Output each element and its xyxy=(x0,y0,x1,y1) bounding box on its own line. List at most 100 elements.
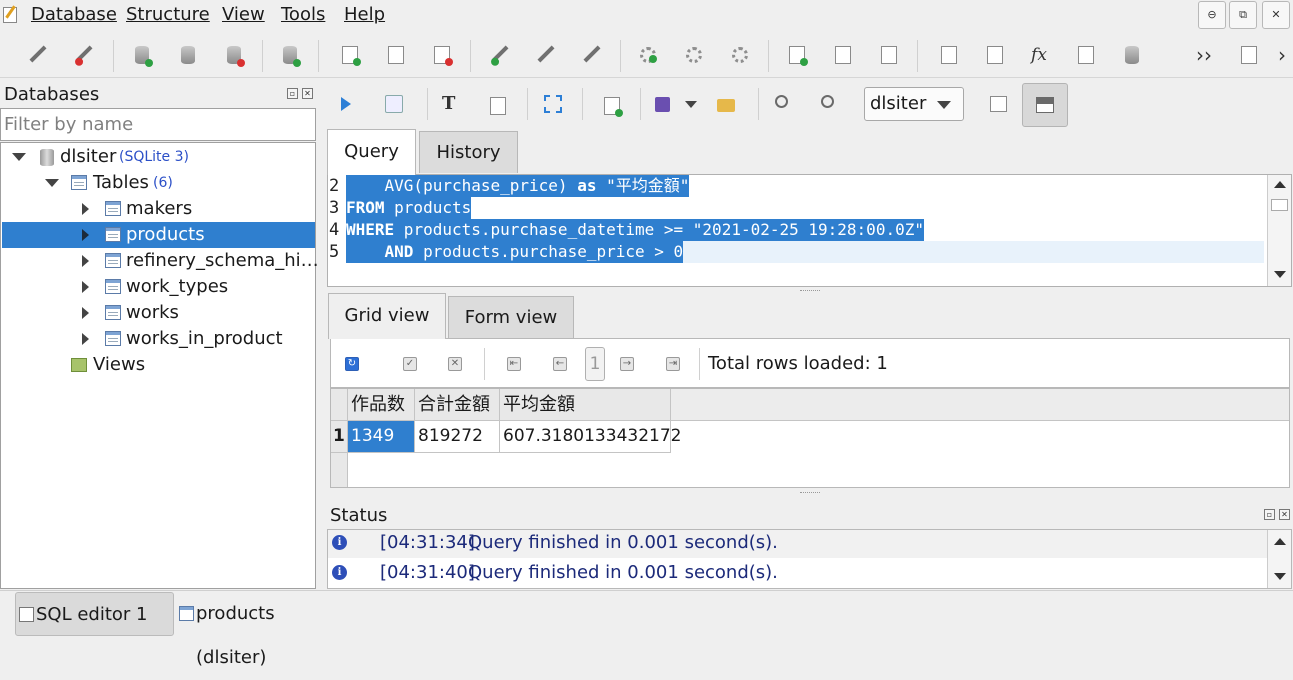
edit-trigger-icon[interactable] xyxy=(686,47,702,63)
expand-arrow-icon[interactable] xyxy=(82,333,89,345)
tree-item-database[interactable]: dlsiter (SQLite 3) xyxy=(2,144,315,170)
tab-history[interactable]: History xyxy=(419,131,518,173)
results-splitter[interactable] xyxy=(800,492,820,495)
database-select[interactable]: dlsiter xyxy=(864,87,964,121)
explain-query-icon[interactable] xyxy=(385,95,403,113)
grid-cell[interactable]: 607.3180133432172 xyxy=(500,421,681,453)
tree-item-views[interactable]: Views xyxy=(2,352,315,378)
menu-structure[interactable]: Structure xyxy=(124,4,212,25)
create-trigger-icon[interactable] xyxy=(640,47,657,63)
functions-icon[interactable]: fx xyxy=(1028,44,1050,66)
grid-cell[interactable]: 1349 xyxy=(348,421,415,453)
minimize-button[interactable]: ⊖ xyxy=(1198,1,1226,29)
edit-database-icon[interactable] xyxy=(181,46,195,64)
refresh-icon[interactable]: ↻ xyxy=(345,357,359,371)
extensions-icon[interactable] xyxy=(1125,46,1139,64)
drop-index-icon[interactable] xyxy=(583,45,601,63)
format-sql-icon[interactable]: T xyxy=(442,95,460,113)
tree-item-table-works[interactable]: works xyxy=(2,300,315,326)
column-header[interactable]: 平均金額 xyxy=(500,389,671,421)
collations-icon[interactable] xyxy=(1078,46,1094,64)
tree-item-table-work-types[interactable]: work_types xyxy=(2,274,315,300)
tree-item-table-refinery[interactable]: refinery_schema_hi… xyxy=(2,248,319,274)
menu-help[interactable]: Help xyxy=(342,4,387,25)
filter-input[interactable] xyxy=(0,108,316,141)
restore-button[interactable]: ⧉ xyxy=(1229,1,1257,29)
window-layout-icon[interactable] xyxy=(1241,46,1257,64)
scroll-down-icon[interactable] xyxy=(1274,271,1286,278)
tree-item-table-products[interactable]: products xyxy=(2,222,315,248)
row-number[interactable]: 1 xyxy=(331,421,348,453)
float-panel-icon[interactable]: ▫ xyxy=(287,88,298,99)
column-header[interactable]: 作品数 xyxy=(348,389,415,421)
expand-arrow-icon[interactable] xyxy=(82,281,89,293)
drop-table-icon[interactable] xyxy=(434,46,453,66)
drop-view-icon[interactable] xyxy=(881,46,897,64)
expand-arrow-icon[interactable] xyxy=(12,153,26,161)
edit-table-icon[interactable] xyxy=(388,46,404,64)
expand-arrow-icon[interactable] xyxy=(82,307,89,319)
toolbar-more-icon-2[interactable]: › xyxy=(1273,44,1291,66)
scroll-up-icon[interactable] xyxy=(1274,181,1286,188)
import-database-icon[interactable] xyxy=(283,46,301,67)
horizontal-layout-button[interactable] xyxy=(976,83,1022,127)
tab-query[interactable]: Query xyxy=(327,129,416,175)
drop-trigger-icon[interactable] xyxy=(732,47,748,63)
disconnect-icon[interactable] xyxy=(75,45,93,63)
execute-query-icon[interactable] xyxy=(341,97,351,111)
editor-scrollbar[interactable] xyxy=(1267,175,1291,286)
add-database-icon[interactable] xyxy=(135,46,153,67)
sql-editor-icon[interactable] xyxy=(941,46,957,64)
tree-item-table-makers[interactable]: makers xyxy=(2,196,315,222)
create-table-icon[interactable] xyxy=(342,46,361,66)
sql-editor[interactable]: 2 AVG(purchase_price) as "平均金額" 3 FROM pro… xyxy=(327,174,1292,287)
editor-splitter[interactable] xyxy=(800,290,820,293)
expand-arrow-icon[interactable] xyxy=(82,255,89,267)
expand-arrow-icon[interactable] xyxy=(82,203,89,215)
close-panel-icon[interactable]: ✕ xyxy=(302,88,313,99)
grid-cell[interactable]: 819272 xyxy=(415,421,500,453)
open-sql-file-icon[interactable] xyxy=(717,99,735,112)
close-button[interactable]: ✕ xyxy=(1262,1,1290,29)
find-icon[interactable] xyxy=(775,95,788,108)
page-number-input[interactable]: 1 xyxy=(585,347,605,381)
query-builder-icon[interactable] xyxy=(544,95,562,113)
float-status-icon[interactable]: ▫ xyxy=(1264,509,1275,520)
find-next-icon[interactable] xyxy=(821,95,834,108)
save-menu-arrow-icon[interactable] xyxy=(685,101,697,108)
clear-editor-icon[interactable] xyxy=(490,97,506,115)
vertical-layout-button[interactable] xyxy=(1022,83,1068,127)
column-header[interactable]: 合計金額 xyxy=(415,389,500,421)
edit-view-icon[interactable] xyxy=(835,46,851,64)
first-page-icon[interactable]: ⇤ xyxy=(507,357,521,371)
ddl-history-icon[interactable] xyxy=(987,46,1003,64)
create-index-icon[interactable] xyxy=(491,45,509,63)
expand-arrow-icon[interactable] xyxy=(45,179,59,187)
scroll-down-icon[interactable] xyxy=(1274,573,1286,580)
commit-icon[interactable]: ✓ xyxy=(403,357,417,371)
next-page-icon[interactable]: → xyxy=(620,357,634,371)
close-status-icon[interactable]: ✕ xyxy=(1279,509,1290,520)
remove-database-icon[interactable] xyxy=(227,46,245,67)
tab-products-dlsiter[interactable]: products (dlsiter) xyxy=(176,592,346,668)
menu-tools[interactable]: Tools xyxy=(279,4,327,25)
create-view-icon[interactable] xyxy=(789,46,808,66)
tab-sql-editor-1[interactable]: SQL editor 1 xyxy=(15,592,174,636)
create-view-from-query-icon[interactable] xyxy=(604,97,623,117)
menu-database[interactable]: Database xyxy=(29,4,119,25)
last-page-icon[interactable]: ⇥ xyxy=(666,357,680,371)
results-grid[interactable]: 作品数 合計金額 平均金額 1 1349 819272 607.31801334… xyxy=(330,388,1290,488)
status-scrollbar[interactable] xyxy=(1267,530,1291,588)
scroll-thumb[interactable] xyxy=(1271,199,1288,211)
expand-arrow-icon[interactable] xyxy=(82,229,89,241)
rollback-icon[interactable]: ✕ xyxy=(448,357,462,371)
tree-item-table-works-in-product[interactable]: works_in_product xyxy=(2,326,315,352)
tab-grid-view[interactable]: Grid view xyxy=(328,293,446,339)
toolbar-more-icon[interactable]: ›› xyxy=(1193,44,1215,66)
previous-page-icon[interactable]: ← xyxy=(553,357,567,371)
tab-form-view[interactable]: Form view xyxy=(448,296,574,338)
scroll-up-icon[interactable] xyxy=(1274,538,1286,545)
connect-icon[interactable] xyxy=(29,45,47,63)
tree-item-tables[interactable]: Tables (6) xyxy=(2,170,315,196)
menu-view[interactable]: View xyxy=(220,4,267,25)
